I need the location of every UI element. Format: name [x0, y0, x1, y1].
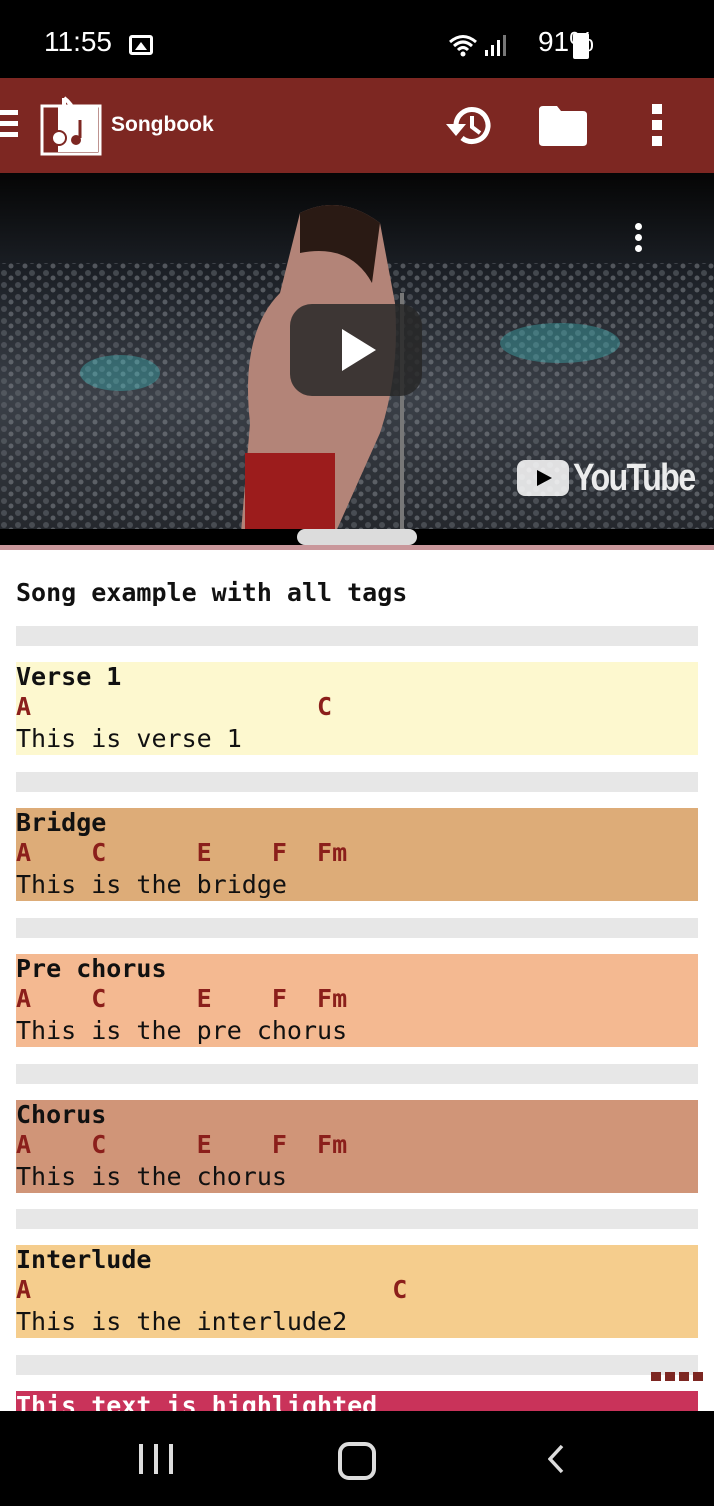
- system-nav-bar: [0, 1411, 714, 1506]
- youtube-logo[interactable]: YouTube: [517, 456, 714, 499]
- songbook-logo-icon: [40, 96, 102, 156]
- more-options-icon[interactable]: [652, 104, 664, 148]
- back-icon[interactable]: [548, 1444, 564, 1474]
- section-name: Bridge: [16, 808, 107, 837]
- section-chords: A C: [16, 1275, 408, 1304]
- scroll-indicator[interactable]: [651, 1372, 703, 1381]
- battery-icon: [573, 33, 589, 59]
- video-divider: [0, 545, 714, 550]
- status-time: 11:55: [44, 26, 112, 57]
- image-notification-icon: [129, 35, 153, 55]
- signal-icon: [485, 35, 506, 56]
- song-content[interactable]: Song example with all tags Verse 1 A C T…: [0, 551, 714, 1411]
- home-icon[interactable]: [338, 1442, 376, 1480]
- section-name: Pre chorus: [16, 954, 167, 983]
- section-separator: [16, 1064, 698, 1084]
- youtube-play-icon: [517, 460, 569, 496]
- section-chorus: Chorus A C E F Fm This is the chorus: [16, 1100, 698, 1193]
- video-player[interactable]: YouTube: [0, 173, 714, 545]
- section-chords: A C E F Fm: [16, 1130, 348, 1159]
- section-pre-chorus: Pre chorus A C E F Fm This is the pre ch…: [16, 954, 698, 1047]
- section-chords: A C E F Fm: [16, 838, 348, 867]
- section-name: Verse 1: [16, 662, 122, 691]
- section-separator: [16, 1355, 698, 1375]
- recent-apps-icon[interactable]: [139, 1444, 173, 1474]
- section-verse: Verse 1 A C This is verse 1: [16, 662, 698, 755]
- song-title: Song example with all tags: [16, 578, 408, 607]
- section-separator: [16, 918, 698, 938]
- section-separator: [16, 626, 698, 646]
- app-title: Songbook: [111, 113, 214, 136]
- menu-icon[interactable]: [0, 110, 18, 142]
- section-interlude: Interlude A C This is the interlude2: [16, 1245, 698, 1338]
- folder-icon[interactable]: [539, 106, 587, 146]
- section-separator: [16, 1209, 698, 1229]
- section-lyrics: This is the pre chorus: [16, 1016, 348, 1045]
- resize-handle[interactable]: [297, 529, 417, 545]
- section-separator: [16, 772, 698, 792]
- highlighted-text: This text is highlighted: [16, 1391, 378, 1411]
- app-bar: Songbook: [0, 78, 714, 173]
- section-lyrics: This is the bridge: [16, 870, 287, 899]
- section-lyrics: This is the interlude2: [16, 1307, 348, 1336]
- history-icon[interactable]: [444, 102, 494, 150]
- wifi-icon: [449, 35, 477, 57]
- highlighted-text-block: This text is highlighted: [16, 1391, 698, 1411]
- status-bar: 11:55 91%: [0, 0, 714, 78]
- play-button[interactable]: [290, 304, 422, 396]
- section-lyrics: This is the chorus: [16, 1162, 287, 1191]
- section-chords: A C: [16, 692, 333, 721]
- section-chords: A C E F Fm: [16, 984, 348, 1013]
- section-lyrics: This is verse 1: [16, 724, 242, 753]
- video-more-icon[interactable]: [635, 223, 645, 255]
- youtube-wordmark: YouTube: [573, 456, 696, 499]
- section-name: Chorus: [16, 1100, 107, 1129]
- section-name: Interlude: [16, 1245, 152, 1274]
- section-bridge: Bridge A C E F Fm This is the bridge: [16, 808, 698, 901]
